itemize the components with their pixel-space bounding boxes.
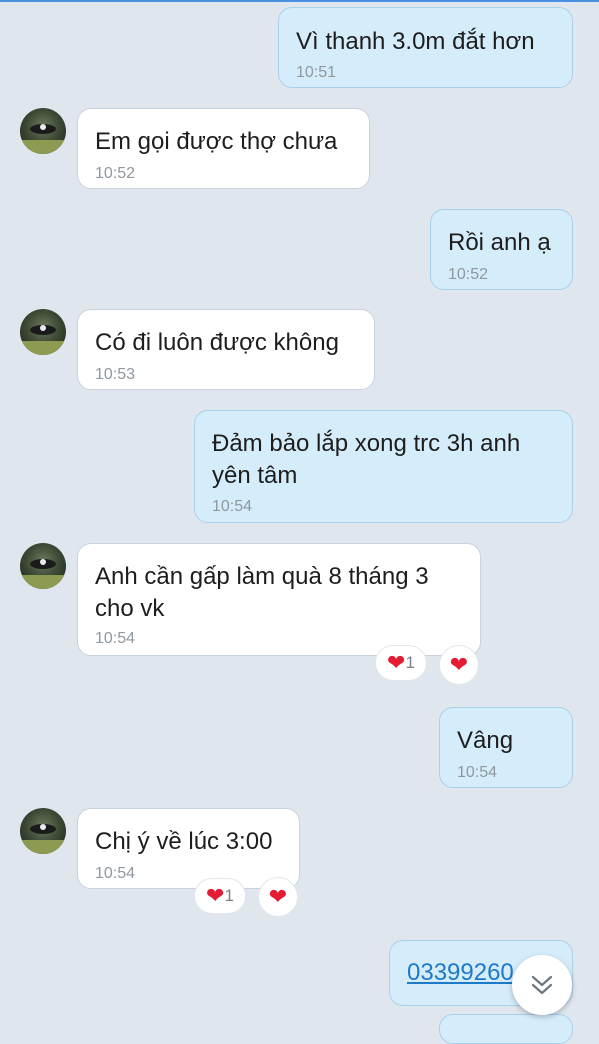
- contact-avatar[interactable]: [20, 808, 66, 854]
- message-time: 10:51: [296, 64, 337, 81]
- react-button[interactable]: ❤: [258, 877, 298, 917]
- message-text-line: cho vk: [95, 595, 165, 622]
- reaction-count: 1: [405, 653, 415, 672]
- message-time: 10:54: [95, 630, 136, 647]
- scroll-to-bottom-button[interactable]: [512, 955, 572, 1015]
- message-text: Rồi anh ạ: [448, 229, 551, 256]
- heart-icon: ❤: [387, 650, 406, 675]
- message-bubble-outgoing[interactable]: Vì thanh 3.0m đắt hơn 10:51: [278, 7, 573, 88]
- message-bubble-outgoing[interactable]: Rồi anh ạ 10:52: [430, 209, 573, 290]
- message-time: 10:52: [448, 266, 489, 283]
- message-time: 10:53: [95, 366, 136, 383]
- reaction-summary[interactable]: ❤ 1: [194, 878, 246, 914]
- contact-avatar[interactable]: [20, 543, 66, 589]
- message-bubble-incoming[interactable]: Anh cần gấp làm quà 8 tháng 3 cho vk 10:…: [77, 543, 481, 656]
- reaction-count: 1: [224, 886, 234, 905]
- message-time: 10:52: [95, 165, 136, 182]
- phone-link[interactable]: 03399260: [407, 957, 514, 989]
- message-bubble-outgoing[interactable]: Đảm bảo lắp xong trc 3h anh yên tâm 10:5…: [194, 410, 573, 523]
- message-time: 10:54: [212, 498, 253, 515]
- message-text-line: Đảm bảo lắp xong trc 3h anh: [212, 430, 521, 457]
- top-accent-line: [0, 0, 599, 2]
- message-text: Vì thanh 3.0m đắt hơn: [296, 28, 535, 55]
- message-text: Vâng: [457, 727, 514, 754]
- message-bubble-outgoing[interactable]: Vâng 10:54: [439, 707, 573, 788]
- reaction-summary[interactable]: ❤ 1: [375, 645, 427, 681]
- message-time: 10:54: [95, 865, 136, 882]
- message-bubble-incoming[interactable]: Chị ý về lúc 3:00 10:54: [77, 808, 300, 889]
- message-text: Chị ý về lúc 3:00: [95, 828, 273, 855]
- contact-avatar[interactable]: [20, 309, 66, 355]
- heart-icon: ❤: [268, 884, 288, 909]
- react-button[interactable]: ❤: [439, 645, 479, 685]
- contact-avatar[interactable]: [20, 108, 66, 154]
- heart-icon: ❤: [206, 883, 225, 908]
- message-text-line: Anh cần gấp làm quà 8 tháng 3: [95, 563, 429, 590]
- message-bubble-incoming[interactable]: Có đi luôn được không 10:53: [77, 309, 375, 390]
- message-bubble-incoming[interactable]: Em gọi được thợ chưa 10:52: [77, 108, 370, 189]
- heart-icon: ❤: [449, 652, 469, 677]
- message-time: 10:54: [457, 764, 498, 781]
- message-text: Có đi luôn được không: [95, 329, 339, 356]
- message-text-line: yên tâm: [212, 462, 298, 489]
- message-text: Em gọi được thợ chưa: [95, 128, 338, 155]
- double-chevron-down-icon: [531, 975, 553, 995]
- message-bubble-outgoing-partial[interactable]: [439, 1014, 573, 1044]
